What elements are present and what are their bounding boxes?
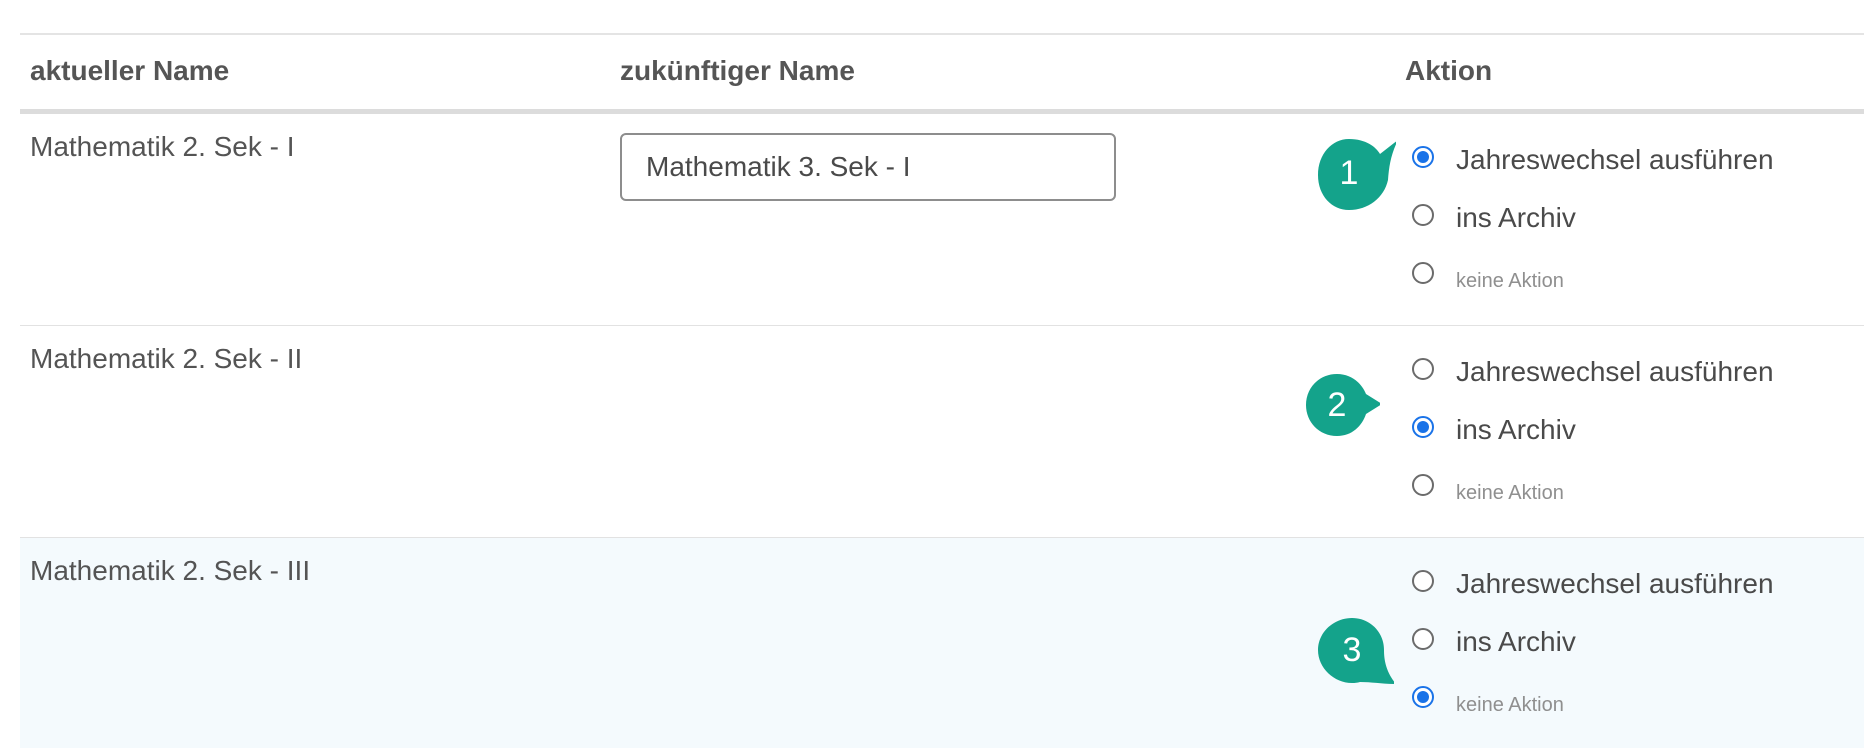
marker-number: 3 [1342, 631, 1362, 669]
table-row: Mathematik 2. Sek - III 3 Jahreswechsel … [20, 538, 1864, 748]
option-none-label: keine Aktion [1456, 693, 1564, 716]
option-archive-label: ins Archiv [1456, 626, 1576, 657]
option-none[interactable]: keine Aktion [1412, 673, 1774, 731]
marker-number: 2 [1327, 386, 1347, 424]
option-archive[interactable]: ins Archiv [1412, 403, 1774, 461]
header-future-name: zukünftiger Name [620, 55, 855, 86]
radio-none[interactable] [1412, 686, 1434, 708]
option-rollover[interactable]: Jahreswechsel ausführen [1412, 557, 1774, 615]
option-rollover-label: Jahreswechsel ausführen [1456, 144, 1774, 175]
radio-rollover[interactable] [1412, 146, 1434, 168]
action-options: Jahreswechsel ausführen ins Archiv keine… [1412, 557, 1774, 731]
option-archive-label: ins Archiv [1456, 414, 1576, 445]
header-action: Aktion [1405, 55, 1493, 86]
action-options: Jahreswechsel ausführen ins Archiv keine… [1412, 133, 1774, 307]
option-none-label: keine Aktion [1456, 269, 1564, 292]
option-archive[interactable]: ins Archiv [1412, 191, 1774, 249]
rollover-table: aktueller Name zukünftiger Name Aktion M… [20, 35, 1864, 748]
option-none[interactable]: keine Aktion [1412, 461, 1774, 519]
marker-number: 1 [1339, 154, 1359, 192]
rollover-page: aktueller Name zukünftiger Name Aktion M… [0, 0, 1864, 748]
current-name: Mathematik 2. Sek - III [30, 555, 311, 586]
header-current-name: aktueller Name [30, 55, 230, 86]
option-rollover[interactable]: Jahreswechsel ausführen [1412, 345, 1774, 403]
radio-archive[interactable] [1412, 416, 1434, 438]
radio-rollover[interactable] [1412, 570, 1434, 592]
table-header: aktueller Name zukünftiger Name Aktion [20, 35, 1864, 114]
option-rollover-label: Jahreswechsel ausführen [1456, 356, 1774, 387]
option-rollover-label: Jahreswechsel ausführen [1456, 568, 1774, 599]
step-marker: 1 [1318, 134, 1396, 212]
option-rollover[interactable]: Jahreswechsel ausführen [1412, 133, 1774, 191]
radio-none[interactable] [1412, 474, 1434, 496]
option-none[interactable]: keine Aktion [1412, 249, 1774, 307]
option-archive-label: ins Archiv [1456, 202, 1576, 233]
current-name: Mathematik 2. Sek - I [30, 131, 295, 162]
option-archive[interactable]: ins Archiv [1412, 615, 1774, 673]
current-name: Mathematik 2. Sek - II [30, 343, 303, 374]
future-name-input[interactable] [620, 133, 1116, 201]
table-row: Mathematik 2. Sek - I 1 Jahreswechsel au… [20, 114, 1864, 326]
radio-rollover[interactable] [1412, 358, 1434, 380]
step-marker: 3 [1316, 616, 1394, 694]
radio-none[interactable] [1412, 262, 1434, 284]
action-options: Jahreswechsel ausführen ins Archiv keine… [1412, 345, 1774, 519]
option-none-label: keine Aktion [1456, 481, 1564, 504]
radio-archive[interactable] [1412, 628, 1434, 650]
radio-archive[interactable] [1412, 204, 1434, 226]
step-marker: 2 [1302, 372, 1380, 450]
table-row: Mathematik 2. Sek - II 2 Jahreswechsel a… [20, 326, 1864, 538]
